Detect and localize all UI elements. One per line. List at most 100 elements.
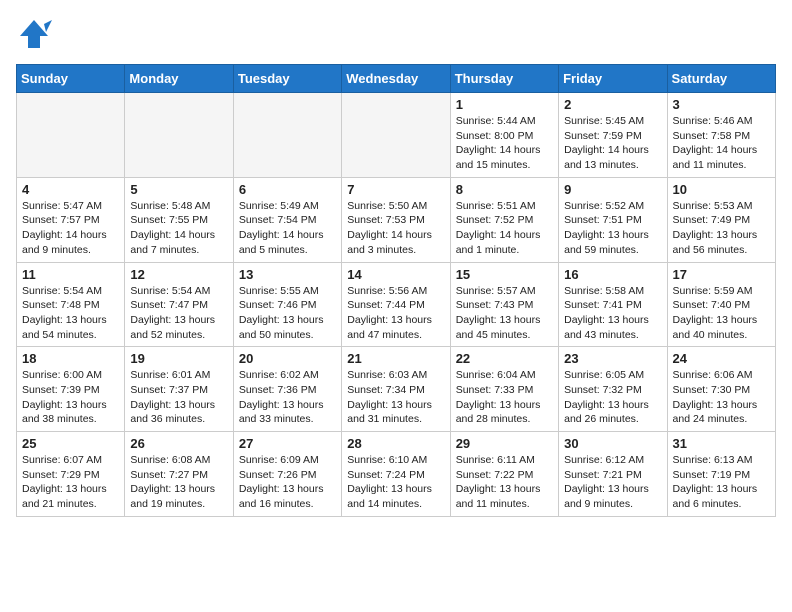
day-detail: Sunrise: 6:02 AMSunset: 7:36 PMDaylight:… — [239, 368, 336, 427]
calendar-cell: 10 Sunrise: 5:53 AMSunset: 7:49 PMDayligh… — [667, 177, 775, 262]
logo-icon — [16, 16, 52, 52]
day-number: 12 — [130, 267, 227, 282]
day-number: 8 — [456, 182, 553, 197]
day-number: 28 — [347, 436, 444, 451]
calendar-cell: 11 Sunrise: 5:54 AMSunset: 7:48 PMDayligh… — [17, 262, 125, 347]
day-detail: Sunrise: 6:09 AMSunset: 7:26 PMDaylight:… — [239, 453, 336, 512]
day-detail: Sunrise: 6:08 AMSunset: 7:27 PMDaylight:… — [130, 453, 227, 512]
calendar-week-4: 18 Sunrise: 6:00 AMSunset: 7:39 PMDayligh… — [17, 347, 776, 432]
calendar-week-2: 4 Sunrise: 5:47 AMSunset: 7:57 PMDaylight… — [17, 177, 776, 262]
day-number: 7 — [347, 182, 444, 197]
day-detail: Sunrise: 5:44 AMSunset: 8:00 PMDaylight:… — [456, 114, 553, 173]
day-number: 3 — [673, 97, 770, 112]
day-detail: Sunrise: 5:51 AMSunset: 7:52 PMDaylight:… — [456, 199, 553, 258]
calendar-cell: 24 Sunrise: 6:06 AMSunset: 7:30 PMDayligh… — [667, 347, 775, 432]
day-detail: Sunrise: 5:52 AMSunset: 7:51 PMDaylight:… — [564, 199, 661, 258]
weekday-header-friday: Friday — [559, 65, 667, 93]
day-detail: Sunrise: 5:47 AMSunset: 7:57 PMDaylight:… — [22, 199, 119, 258]
day-detail: Sunrise: 5:49 AMSunset: 7:54 PMDaylight:… — [239, 199, 336, 258]
day-number: 19 — [130, 351, 227, 366]
calendar-cell: 29 Sunrise: 6:11 AMSunset: 7:22 PMDayligh… — [450, 432, 558, 517]
day-detail: Sunrise: 6:04 AMSunset: 7:33 PMDaylight:… — [456, 368, 553, 427]
logo — [16, 16, 54, 52]
calendar-cell: 4 Sunrise: 5:47 AMSunset: 7:57 PMDaylight… — [17, 177, 125, 262]
day-detail: Sunrise: 6:12 AMSunset: 7:21 PMDaylight:… — [564, 453, 661, 512]
calendar-cell: 22 Sunrise: 6:04 AMSunset: 7:33 PMDayligh… — [450, 347, 558, 432]
calendar-cell: 12 Sunrise: 5:54 AMSunset: 7:47 PMDayligh… — [125, 262, 233, 347]
day-detail: Sunrise: 5:46 AMSunset: 7:58 PMDaylight:… — [673, 114, 770, 173]
day-number: 25 — [22, 436, 119, 451]
calendar-cell: 27 Sunrise: 6:09 AMSunset: 7:26 PMDayligh… — [233, 432, 341, 517]
calendar-cell: 18 Sunrise: 6:00 AMSunset: 7:39 PMDayligh… — [17, 347, 125, 432]
calendar-cell: 1 Sunrise: 5:44 AMSunset: 8:00 PMDaylight… — [450, 93, 558, 178]
day-detail: Sunrise: 6:07 AMSunset: 7:29 PMDaylight:… — [22, 453, 119, 512]
calendar-cell: 6 Sunrise: 5:49 AMSunset: 7:54 PMDaylight… — [233, 177, 341, 262]
day-detail: Sunrise: 5:59 AMSunset: 7:40 PMDaylight:… — [673, 284, 770, 343]
day-number: 11 — [22, 267, 119, 282]
calendar-cell: 16Sunrise: 5:58 AMSunset: 7:41 PMDayligh… — [559, 262, 667, 347]
day-number: 6 — [239, 182, 336, 197]
day-detail: Sunrise: 5:45 AMSunset: 7:59 PMDaylight:… — [564, 114, 661, 173]
calendar-cell: 5Sunrise: 5:48 AMSunset: 7:55 PMDaylight… — [125, 177, 233, 262]
page-header — [16, 16, 776, 52]
calendar-cell: 13 Sunrise: 5:55 AMSunset: 7:46 PMDayligh… — [233, 262, 341, 347]
weekday-header-row: SundayMondayTuesdayWednesdayThursdayFrid… — [17, 65, 776, 93]
day-detail: Sunrise: 6:00 AMSunset: 7:39 PMDaylight:… — [22, 368, 119, 427]
calendar-cell: 3 Sunrise: 5:46 AMSunset: 7:58 PMDaylight… — [667, 93, 775, 178]
calendar-week-1: 1 Sunrise: 5:44 AMSunset: 8:00 PMDaylight… — [17, 93, 776, 178]
weekday-header-tuesday: Tuesday — [233, 65, 341, 93]
day-number: 1 — [456, 97, 553, 112]
calendar-cell: 25 Sunrise: 6:07 AMSunset: 7:29 PMDayligh… — [17, 432, 125, 517]
day-number: 10 — [673, 182, 770, 197]
day-detail: Sunrise: 5:55 AMSunset: 7:46 PMDaylight:… — [239, 284, 336, 343]
calendar-cell: 28Sunrise: 6:10 AMSunset: 7:24 PMDayligh… — [342, 432, 450, 517]
weekday-header-monday: Monday — [125, 65, 233, 93]
calendar-week-5: 25 Sunrise: 6:07 AMSunset: 7:29 PMDayligh… — [17, 432, 776, 517]
day-number: 13 — [239, 267, 336, 282]
calendar-cell: 17Sunrise: 5:59 AMSunset: 7:40 PMDayligh… — [667, 262, 775, 347]
day-number: 31 — [673, 436, 770, 451]
day-detail: Sunrise: 6:11 AMSunset: 7:22 PMDaylight:… — [456, 453, 553, 512]
day-detail: Sunrise: 5:54 AMSunset: 7:48 PMDaylight:… — [22, 284, 119, 343]
weekday-header-sunday: Sunday — [17, 65, 125, 93]
calendar-cell: 30 Sunrise: 6:12 AMSunset: 7:21 PMDayligh… — [559, 432, 667, 517]
day-number: 9 — [564, 182, 661, 197]
calendar-cell — [342, 93, 450, 178]
day-detail: Sunrise: 5:58 AMSunset: 7:41 PMDaylight:… — [564, 284, 661, 343]
day-number: 20 — [239, 351, 336, 366]
day-number: 29 — [456, 436, 553, 451]
calendar-cell: 26 Sunrise: 6:08 AMSunset: 7:27 PMDayligh… — [125, 432, 233, 517]
calendar-body: 1 Sunrise: 5:44 AMSunset: 8:00 PMDaylight… — [17, 93, 776, 517]
calendar-cell: 8 Sunrise: 5:51 AMSunset: 7:52 PMDaylight… — [450, 177, 558, 262]
calendar-table: SundayMondayTuesdayWednesdayThursdayFrid… — [16, 64, 776, 517]
day-detail: Sunrise: 5:50 AMSunset: 7:53 PMDaylight:… — [347, 199, 444, 258]
day-detail: Sunrise: 6:03 AMSunset: 7:34 PMDaylight:… — [347, 368, 444, 427]
day-detail: Sunrise: 6:06 AMSunset: 7:30 PMDaylight:… — [673, 368, 770, 427]
calendar-cell: 9 Sunrise: 5:52 AMSunset: 7:51 PMDaylight… — [559, 177, 667, 262]
calendar-cell: 2Sunrise: 5:45 AMSunset: 7:59 PMDaylight… — [559, 93, 667, 178]
weekday-header-thursday: Thursday — [450, 65, 558, 93]
day-detail: Sunrise: 5:56 AMSunset: 7:44 PMDaylight:… — [347, 284, 444, 343]
day-number: 4 — [22, 182, 119, 197]
day-detail: Sunrise: 5:53 AMSunset: 7:49 PMDaylight:… — [673, 199, 770, 258]
day-number: 18 — [22, 351, 119, 366]
calendar-cell — [17, 93, 125, 178]
day-number: 14 — [347, 267, 444, 282]
calendar-cell: 20 Sunrise: 6:02 AMSunset: 7:36 PMDayligh… — [233, 347, 341, 432]
day-detail: Sunrise: 5:54 AMSunset: 7:47 PMDaylight:… — [130, 284, 227, 343]
day-number: 30 — [564, 436, 661, 451]
day-number: 15 — [456, 267, 553, 282]
calendar-cell — [233, 93, 341, 178]
day-detail: Sunrise: 5:57 AMSunset: 7:43 PMDaylight:… — [456, 284, 553, 343]
day-number: 23 — [564, 351, 661, 366]
day-number: 26 — [130, 436, 227, 451]
day-number: 21 — [347, 351, 444, 366]
day-detail: Sunrise: 6:13 AMSunset: 7:19 PMDaylight:… — [673, 453, 770, 512]
day-number: 5 — [130, 182, 227, 197]
day-number: 22 — [456, 351, 553, 366]
day-number: 24 — [673, 351, 770, 366]
day-number: 27 — [239, 436, 336, 451]
calendar-cell: 15 Sunrise: 5:57 AMSunset: 7:43 PMDayligh… — [450, 262, 558, 347]
calendar-cell: 31 Sunrise: 6:13 AMSunset: 7:19 PMDayligh… — [667, 432, 775, 517]
calendar-cell: 7 Sunrise: 5:50 AMSunset: 7:53 PMDaylight… — [342, 177, 450, 262]
